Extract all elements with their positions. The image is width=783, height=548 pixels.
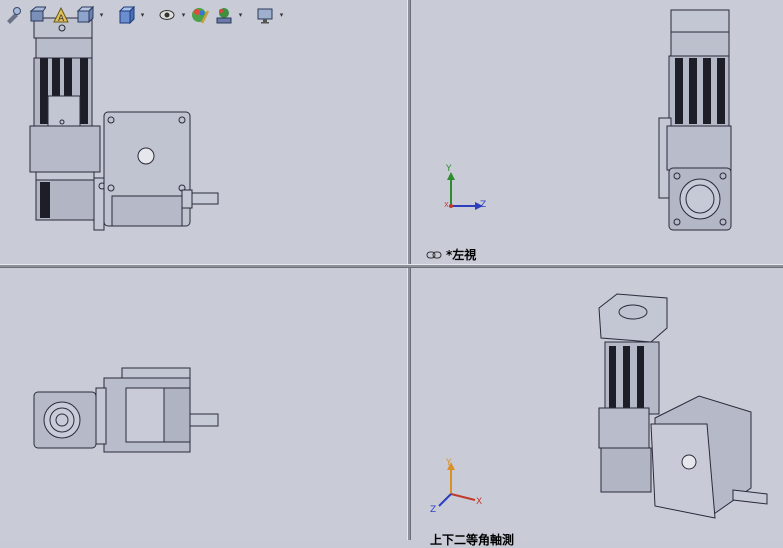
- view-settings-dropdown[interactable]: ▾: [278, 4, 285, 26]
- view-name-left: *左視: [426, 246, 476, 263]
- display-style-icon[interactable]: [115, 4, 137, 26]
- dynamic-annotation-icon[interactable]: A: [50, 4, 72, 26]
- view-orientation-dropdown[interactable]: ▾: [98, 4, 105, 26]
- top-view-model: [33, 367, 219, 453]
- view-settings-icon[interactable]: [254, 4, 276, 26]
- section-view-icon[interactable]: [26, 4, 48, 26]
- svg-text:A: A: [58, 14, 65, 24]
- left-view-model: [447, 9, 732, 231]
- hide-show-items-dropdown[interactable]: ▾: [180, 4, 187, 26]
- viewport-left[interactable]: [411, 0, 783, 264]
- triad-x-label-top-right: X: [444, 201, 449, 209]
- dimetric-view-model: [438, 293, 768, 519]
- hide-show-items-icon[interactable]: [156, 4, 178, 26]
- viewport-dimetric[interactable]: [411, 268, 783, 540]
- triad-x-label-bottom-right: X: [476, 497, 483, 507]
- triad-z-label-top-right: Z: [480, 200, 487, 210]
- horizontal-splitter[interactable]: [0, 264, 783, 268]
- viewport-top[interactable]: [0, 268, 407, 540]
- triad-y-label-bottom-right: Y: [446, 458, 452, 468]
- front-view-model: [29, 17, 219, 231]
- display-style-dropdown[interactable]: ▾: [139, 4, 146, 26]
- apply-scene-icon[interactable]: [213, 4, 235, 26]
- triad-z-label-bottom-right: Z: [430, 505, 437, 515]
- viewport-front[interactable]: A ▾ ▾ ▾ ▾ ▾: [0, 0, 407, 264]
- view-orientation-icon[interactable]: [74, 4, 96, 26]
- zoom-to-fit-icon[interactable]: [2, 4, 24, 26]
- heads-up-view-toolbar: A ▾ ▾ ▾ ▾ ▾: [0, 0, 312, 30]
- view-name-left-text: *左視: [446, 248, 477, 262]
- vertical-splitter[interactable]: [407, 0, 411, 540]
- link-views-icon[interactable]: [426, 250, 442, 260]
- edit-appearance-icon[interactable]: [189, 4, 211, 26]
- triad-y-label-top-right: Y: [446, 164, 452, 174]
- apply-scene-dropdown[interactable]: ▾: [237, 4, 244, 26]
